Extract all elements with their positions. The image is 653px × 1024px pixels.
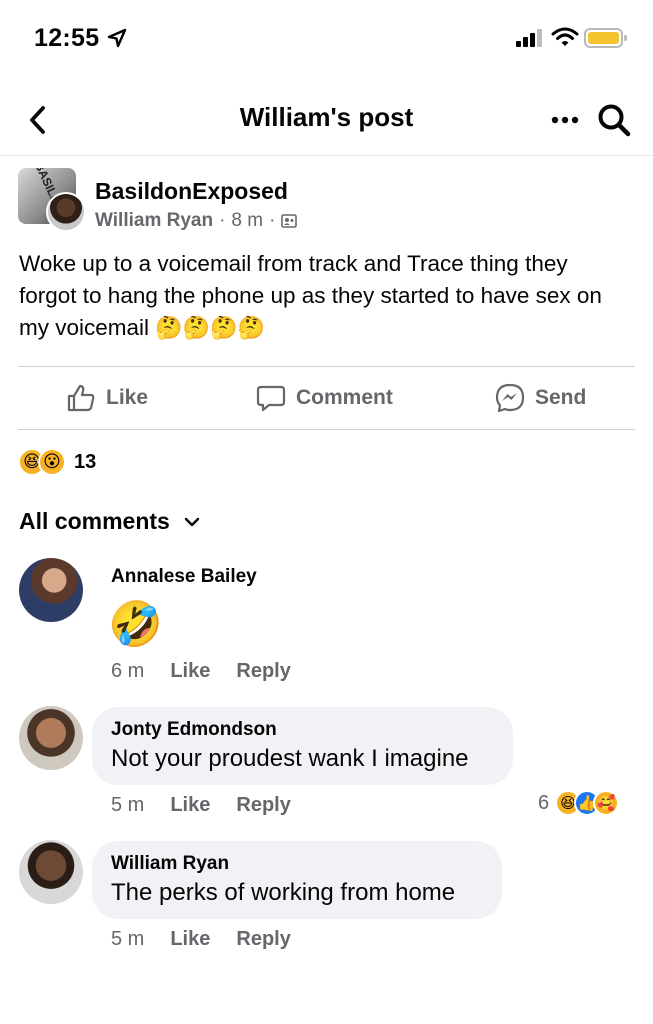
comment-actions: 6 m Like Reply <box>111 660 291 683</box>
commenter-avatar[interactable] <box>19 558 83 622</box>
author-avatar <box>46 192 86 232</box>
comment-button[interactable]: Comment <box>256 383 393 413</box>
group-privacy-icon <box>281 214 298 228</box>
meta-separator: · <box>269 210 276 231</box>
comment-bubble-icon <box>256 385 286 412</box>
comment-bubble[interactable]: Jonty Edmondson Not your proudest wank I… <box>92 707 513 785</box>
comment-time: 6 m <box>111 660 145 682</box>
comment-actions: 5 m Like Reply <box>111 928 291 951</box>
post-meta: William Ryan · 8 m · <box>95 210 298 232</box>
post-body: Woke up to a voicemail from track and Tr… <box>19 248 629 345</box>
back-button[interactable] <box>24 102 52 138</box>
reactions-summary[interactable]: 😆 😮 13 <box>18 448 96 476</box>
comment-time: 5 m <box>111 794 145 816</box>
nav-bar: William's post <box>0 84 653 156</box>
status-bar: 12:55 <box>0 0 653 80</box>
comment-label: Comment <box>296 386 393 409</box>
battery-icon <box>584 28 627 48</box>
comments-filter-label: All comments <box>19 508 170 534</box>
comment-emoji: 🤣 <box>108 599 163 650</box>
wow-reaction-icon: 😮 <box>38 448 66 476</box>
comment-reply-button[interactable]: Reply <box>236 928 290 951</box>
comment-bubble[interactable]: William Ryan The perks of working from h… <box>92 841 502 919</box>
comment-reply-button[interactable]: Reply <box>236 794 290 817</box>
send-button[interactable]: Send <box>495 383 586 413</box>
comment-text: Not your proudest wank I imagine <box>111 745 469 772</box>
commenter-name[interactable]: William Ryan <box>111 853 482 875</box>
comment-like-button[interactable]: Like <box>170 660 210 683</box>
post-text: Woke up to a voicemail from track and Tr… <box>19 251 602 340</box>
search-icon[interactable] <box>596 102 632 138</box>
comment-actions: 5 m Like Reply <box>111 794 291 817</box>
chevron-left-icon <box>30 106 45 134</box>
comment-like-button[interactable]: Like <box>170 928 210 951</box>
post-time: 8 m <box>231 210 264 231</box>
location-arrow-icon <box>107 28 127 48</box>
comment-like-button[interactable]: Like <box>170 794 210 817</box>
status-time: 12:55 <box>34 24 100 52</box>
signal-icon <box>516 29 542 47</box>
comment-reaction-count: 6 <box>538 791 550 814</box>
thumbs-up-icon <box>67 384 95 412</box>
send-label: Send <box>535 386 587 409</box>
chevron-down-icon <box>184 517 200 526</box>
post-action-bar: Like Comment Send <box>18 366 635 430</box>
like-label: Like <box>106 386 149 409</box>
post-avatar[interactable]: BASILDON <box>18 168 86 232</box>
comment-reactions[interactable]: 6 😆 👍 🥰 <box>538 790 620 816</box>
commenter-avatar[interactable] <box>19 840 83 904</box>
group-name[interactable]: BasildonExposed <box>95 178 288 205</box>
reaction-count: 13 <box>74 450 97 473</box>
messenger-icon <box>495 383 525 413</box>
commenter-name[interactable]: Annalese Bailey <box>111 566 257 588</box>
comments-filter-dropdown[interactable]: All comments <box>19 508 200 535</box>
commenter-avatar[interactable] <box>19 706 83 770</box>
post-author[interactable]: William Ryan <box>95 210 213 232</box>
commenter-name[interactable]: Jonty Edmondson <box>111 719 493 741</box>
comment-time: 5 m <box>111 928 145 950</box>
care-reaction-icon: 🥰 <box>593 790 620 816</box>
wifi-icon <box>551 27 579 46</box>
thinking-face-emojis: 🤔🤔🤔🤔 <box>155 316 265 341</box>
meta-separator: · <box>219 210 226 231</box>
like-button[interactable]: Like <box>66 383 148 413</box>
comment-text: The perks of working from home <box>111 879 456 906</box>
comment-reply-button[interactable]: Reply <box>236 660 290 683</box>
more-dots-icon[interactable] <box>550 104 582 134</box>
